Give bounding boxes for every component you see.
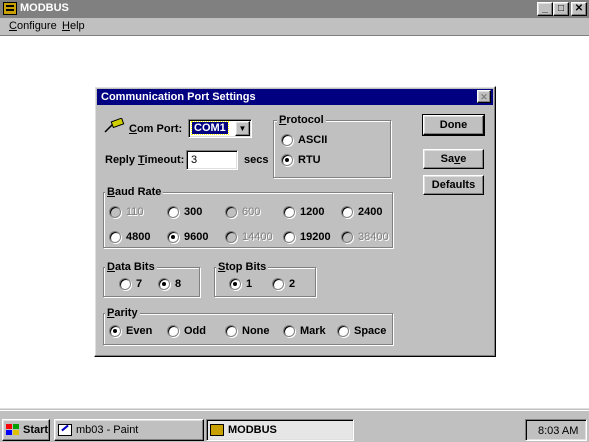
radio-indicator (281, 134, 293, 146)
radio-indicator (109, 231, 121, 243)
radio-indicator (167, 231, 179, 243)
baud-2400-radio[interactable]: 2400 (341, 205, 382, 219)
com-port-select[interactable]: COM1 ▼ (188, 119, 252, 138)
taskbar-item-modbus[interactable]: MODBUS (206, 419, 354, 441)
baud-9600-radio[interactable]: 9600 (167, 230, 208, 244)
menu-configure[interactable]: Configure (9, 20, 57, 32)
radio-indicator (229, 278, 241, 290)
protocol-group-label: Protocol (277, 114, 326, 126)
taskbar-item-paint[interactable]: mb03 - Paint (54, 419, 204, 441)
stop-bits-2-radio[interactable]: 2 (272, 277, 295, 291)
baud-110-radio: 110 (109, 205, 144, 219)
baud-38400-radio: 38400 (341, 230, 389, 244)
maximize-button[interactable]: □ (553, 2, 569, 16)
baud-1200-radio[interactable]: 1200 (283, 205, 324, 219)
minimize-button[interactable]: _ (537, 2, 553, 16)
radio-indicator (337, 325, 349, 337)
radio-indicator (283, 231, 295, 243)
baud-rate-group-label: Baud Rate (105, 186, 164, 198)
taskbar-item-label: MODBUS (228, 424, 277, 436)
done-button[interactable]: Done (422, 114, 485, 136)
protocol-ascii-radio[interactable]: ASCII (281, 133, 327, 147)
system-tray-clock[interactable]: 8:03 AM (525, 419, 587, 441)
parity-space-radio[interactable]: Space (337, 324, 386, 338)
radio-indicator (158, 278, 170, 290)
radio-indicator (119, 278, 131, 290)
taskbar: Start mb03 - Paint MODBUS 8:03 AM (0, 408, 589, 442)
close-button[interactable]: ✕ (571, 2, 587, 16)
clock-time: 8:03 AM (538, 425, 579, 437)
radio-indicator (283, 206, 295, 218)
parity-group-label: Parity (105, 307, 140, 319)
protocol-group (273, 120, 391, 178)
defaults-button[interactable]: Defaults (423, 175, 484, 195)
data-bits-group-label: Data Bits (105, 261, 157, 273)
menu-bar: Configure Help (0, 18, 589, 36)
app-title-bar[interactable]: MODBUS _ □ ✕ (0, 0, 589, 18)
start-button[interactable]: Start (2, 419, 50, 441)
data-bits-8-radio[interactable]: 8 (158, 277, 181, 291)
save-button[interactable]: Save (423, 149, 484, 169)
radio-indicator (341, 231, 353, 243)
chevron-down-icon[interactable]: ▼ (235, 121, 250, 136)
reply-timeout-unit: secs (244, 154, 269, 166)
radio-indicator (167, 206, 179, 218)
radio-indicator (272, 278, 284, 290)
serial-cable-icon (103, 117, 125, 134)
radio-indicator (109, 206, 121, 218)
dialog-title-bar[interactable]: Communication Port Settings ✕ (97, 89, 493, 105)
protocol-rtu-radio[interactable]: RTU (281, 153, 321, 167)
menu-help[interactable]: Help (62, 20, 85, 32)
stop-bits-group-label: Stop Bits (216, 261, 269, 273)
windows-logo-icon (6, 424, 20, 436)
radio-indicator (281, 154, 293, 166)
radio-indicator (225, 231, 237, 243)
paint-icon (58, 424, 72, 436)
baud-19200-radio[interactable]: 19200 (283, 230, 331, 244)
data-bits-7-radio[interactable]: 7 (119, 277, 142, 291)
dialog-title: Communication Port Settings (101, 91, 256, 103)
baud-14400-radio: 14400 (225, 230, 273, 244)
radio-indicator (167, 325, 179, 337)
taskbar-item-label: mb03 - Paint (76, 424, 139, 436)
parity-odd-radio[interactable]: Odd (167, 324, 206, 338)
radio-indicator (225, 325, 237, 337)
com-port-label: Com Port: (129, 123, 183, 135)
comm-port-dialog: Communication Port Settings ✕ Com Port: … (94, 86, 496, 357)
radio-indicator (225, 206, 237, 218)
radio-indicator (283, 325, 295, 337)
reply-timeout-label: Reply Timeout: (105, 154, 185, 166)
parity-none-radio[interactable]: None (225, 324, 270, 338)
radio-indicator (341, 206, 353, 218)
radio-indicator (109, 325, 121, 337)
baud-600-radio: 600 (225, 205, 260, 219)
app-title: MODBUS (20, 2, 69, 14)
com-port-value: COM1 (191, 121, 229, 135)
start-label: Start (23, 424, 49, 436)
reply-timeout-input[interactable]: 3 (186, 150, 238, 170)
reply-timeout-value: 3 (191, 154, 198, 166)
parity-mark-radio[interactable]: Mark (283, 324, 326, 338)
modbus-icon (210, 424, 224, 436)
app-icon[interactable] (3, 2, 17, 15)
stop-bits-1-radio[interactable]: 1 (229, 277, 252, 291)
dialog-close-button[interactable]: ✕ (477, 90, 491, 103)
baud-300-radio[interactable]: 300 (167, 205, 202, 219)
baud-4800-radio[interactable]: 4800 (109, 230, 150, 244)
parity-even-radio[interactable]: Even (109, 324, 152, 338)
